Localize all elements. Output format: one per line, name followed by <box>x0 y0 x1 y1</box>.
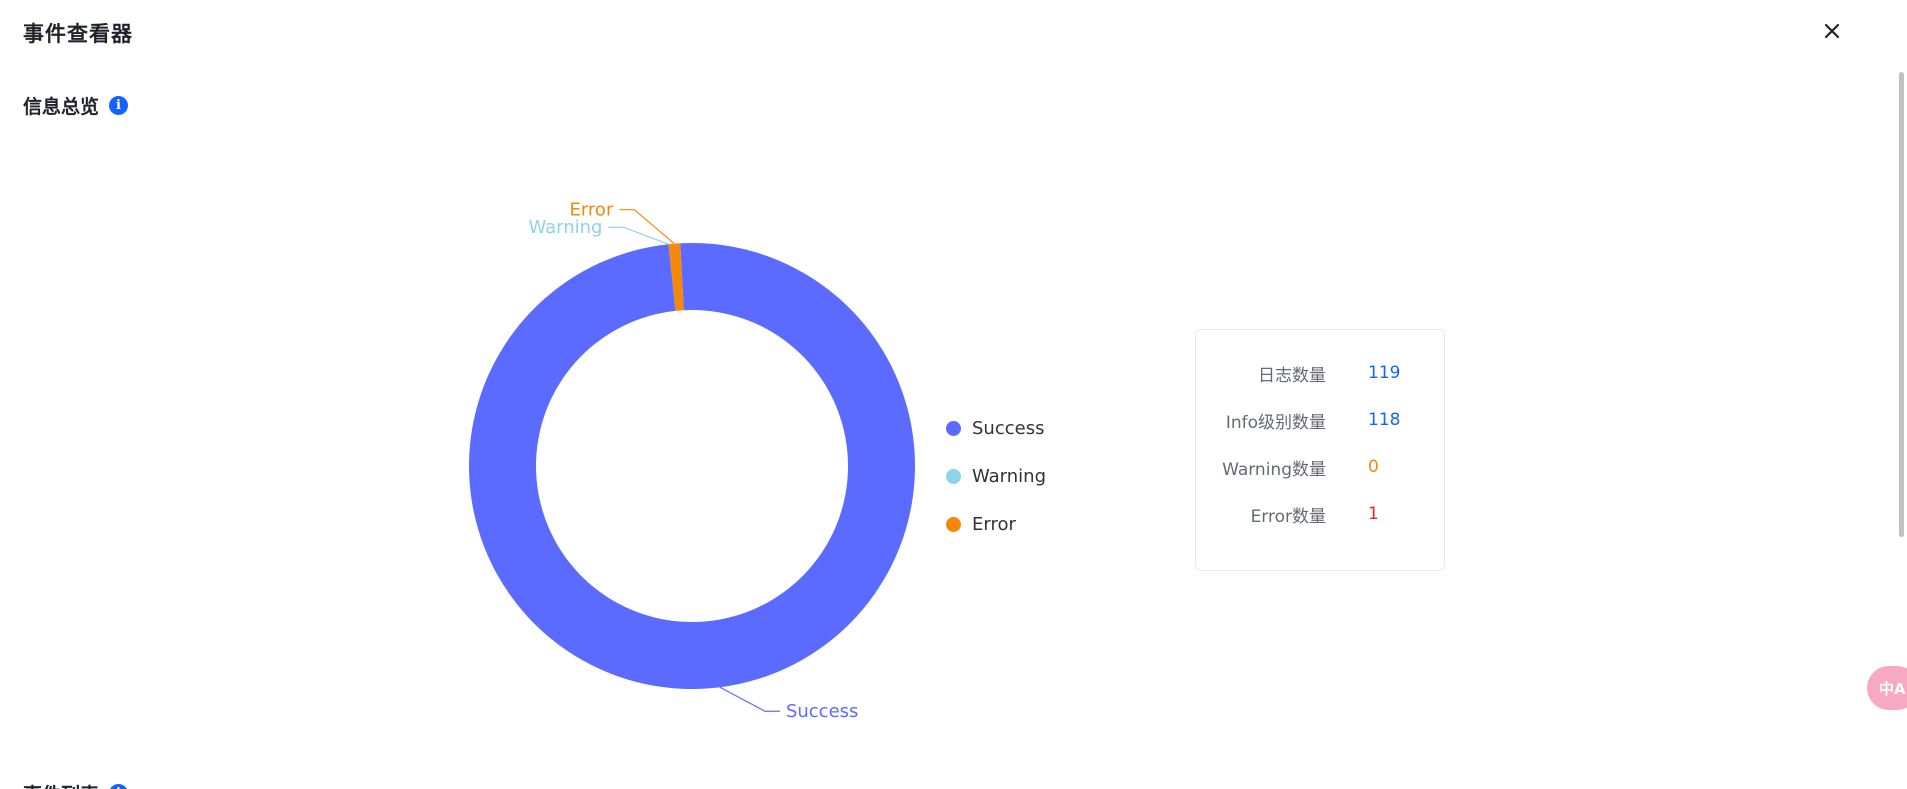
legend-item-error[interactable]: Error <box>946 500 1046 548</box>
legend-dot <box>946 516 961 532</box>
section-event-list-title: 事件列表 i <box>23 780 129 789</box>
close-button[interactable] <box>1817 16 1847 46</box>
window-title: 事件查看器 <box>23 22 133 46</box>
slice-label-error: Error <box>569 200 613 221</box>
stat-label: Warning数量 <box>1222 459 1326 480</box>
donut-slice-success[interactable] <box>468 243 915 689</box>
stat-value: 119 <box>1368 363 1401 383</box>
stat-label: 日志数量 <box>1258 365 1326 386</box>
stat-row: 日志数量 119 <box>1196 358 1446 388</box>
translate-button[interactable]: 中A <box>1867 666 1907 710</box>
section-overview-title: 信息总览 i <box>23 92 129 119</box>
stat-row: Info级别数量 118 <box>1196 405 1446 435</box>
stats-card: 日志数量 119 Info级别数量 118 Warning数量 0 Error数量 1 <box>1195 329 1445 571</box>
stat-value: 1 <box>1368 504 1379 524</box>
legend-label: Error <box>972 513 1016 535</box>
donut-chart-svg: SuccessWarningError <box>468 200 915 722</box>
legend-item-warning[interactable]: Warning <box>946 452 1046 500</box>
chart-legend: Success Warning Error <box>946 404 1046 548</box>
close-icon <box>1824 23 1840 39</box>
slice-label-success: Success <box>786 701 858 722</box>
legend-item-success[interactable]: Success <box>946 404 1046 452</box>
info-icon[interactable]: i <box>109 96 129 115</box>
legend-label: Success <box>972 417 1045 439</box>
legend-dot <box>946 468 961 484</box>
leader-line-success <box>719 686 780 712</box>
stat-value: 118 <box>1368 410 1401 430</box>
translate-icon: 中A <box>1879 679 1906 698</box>
info-icon[interactable]: i <box>109 784 129 789</box>
donut-chart: Success Warning Error <box>440 190 1160 740</box>
stat-value: 0 <box>1368 457 1379 477</box>
stat-label: Error数量 <box>1250 506 1326 527</box>
stat-row: Error数量 1 <box>1196 499 1446 529</box>
leader-line-warning <box>608 226 669 245</box>
overview-title-text: 信息总览 <box>23 96 100 118</box>
legend-dot <box>946 420 961 436</box>
leader-line-error <box>619 209 675 245</box>
event-list-title-text: 事件列表 <box>23 780 99 789</box>
stat-label: Info级别数量 <box>1225 412 1326 433</box>
legend-label: Warning <box>972 465 1047 487</box>
event-viewer-panel: 事件查看器 信息总览 i Success Warning Error Success… <box>0 0 1907 789</box>
stat-row: Warning数量 0 <box>1196 452 1446 482</box>
scrollbar-thumb[interactable] <box>1899 72 1904 537</box>
